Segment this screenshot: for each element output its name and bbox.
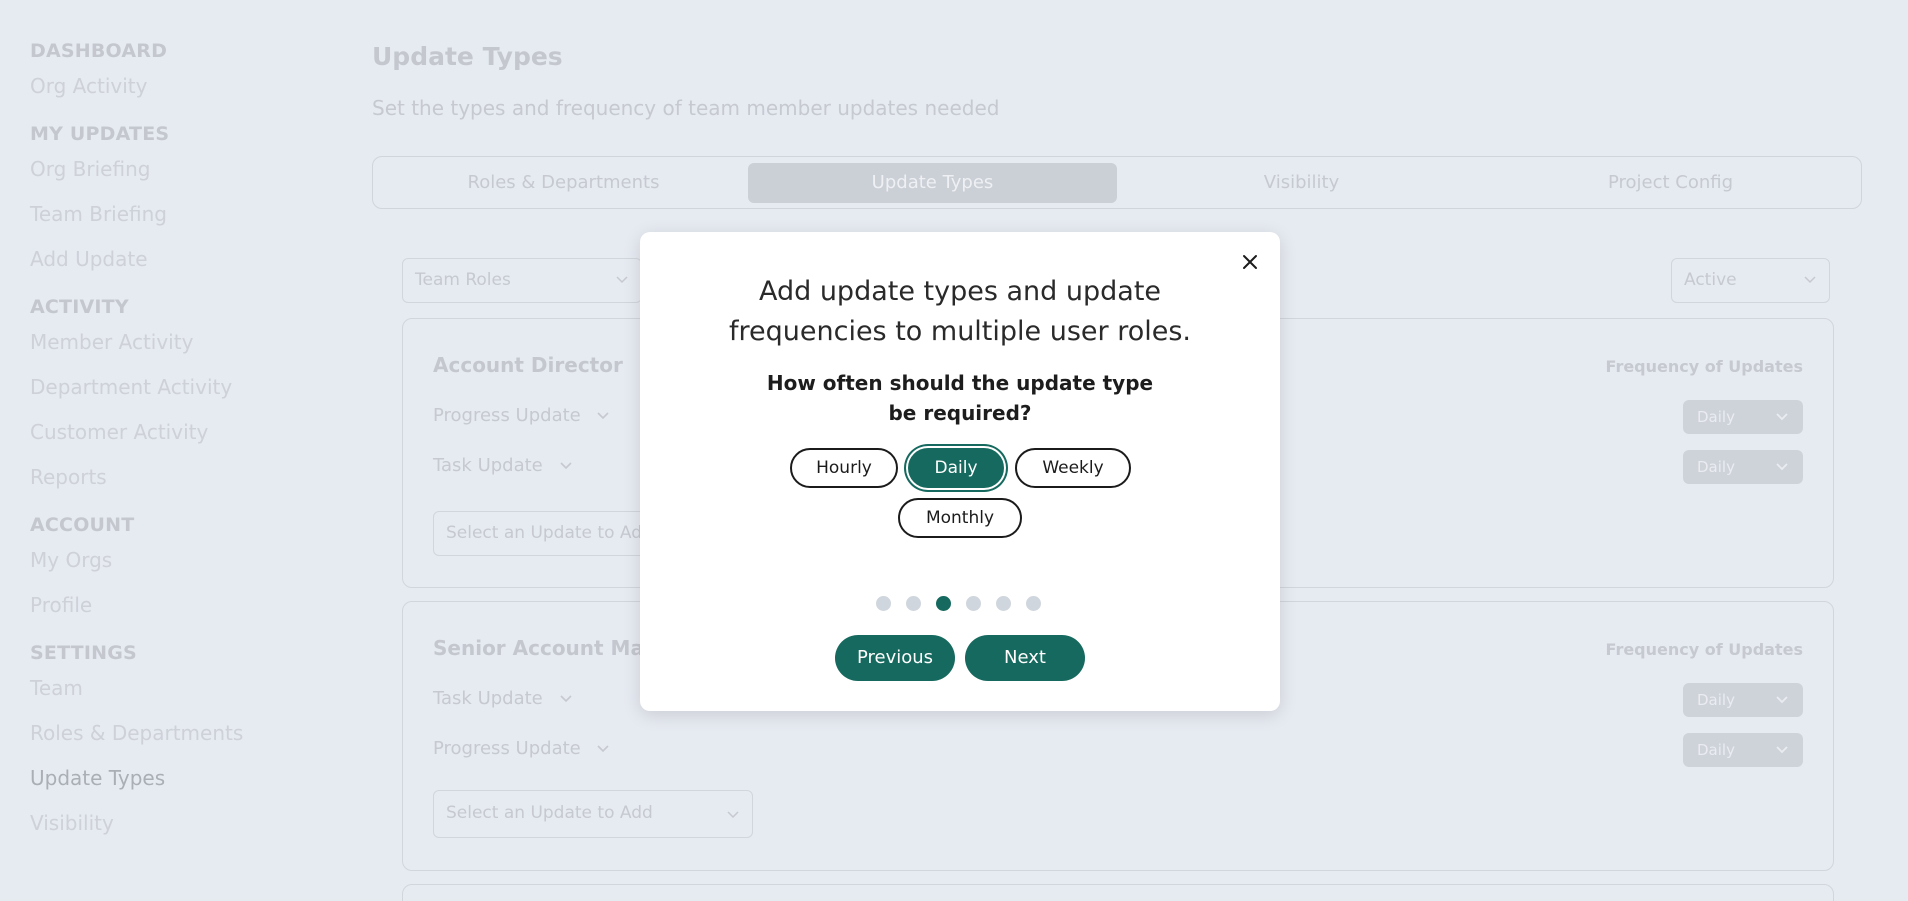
previous-button[interactable]: Previous <box>835 635 955 681</box>
modal-question: How often should the update type be requ… <box>766 371 1154 425</box>
option-hourly[interactable]: Hourly <box>790 448 898 488</box>
onboarding-modal: Add update types and update frequencies … <box>640 232 1280 711</box>
step-dot <box>996 596 1011 611</box>
step-dot <box>906 596 921 611</box>
option-daily[interactable]: Daily <box>908 448 1004 488</box>
next-button[interactable]: Next <box>965 635 1085 681</box>
close-icon[interactable] <box>1236 248 1264 276</box>
step-dot <box>876 596 891 611</box>
step-indicator <box>876 596 1044 612</box>
step-dot <box>1026 596 1041 611</box>
step-dot-active <box>936 596 951 611</box>
option-monthly[interactable]: Monthly <box>898 498 1022 538</box>
step-dot <box>966 596 981 611</box>
option-weekly[interactable]: Weekly <box>1015 448 1131 488</box>
modal-heading: Add update types and update frequencies … <box>729 276 1191 347</box>
